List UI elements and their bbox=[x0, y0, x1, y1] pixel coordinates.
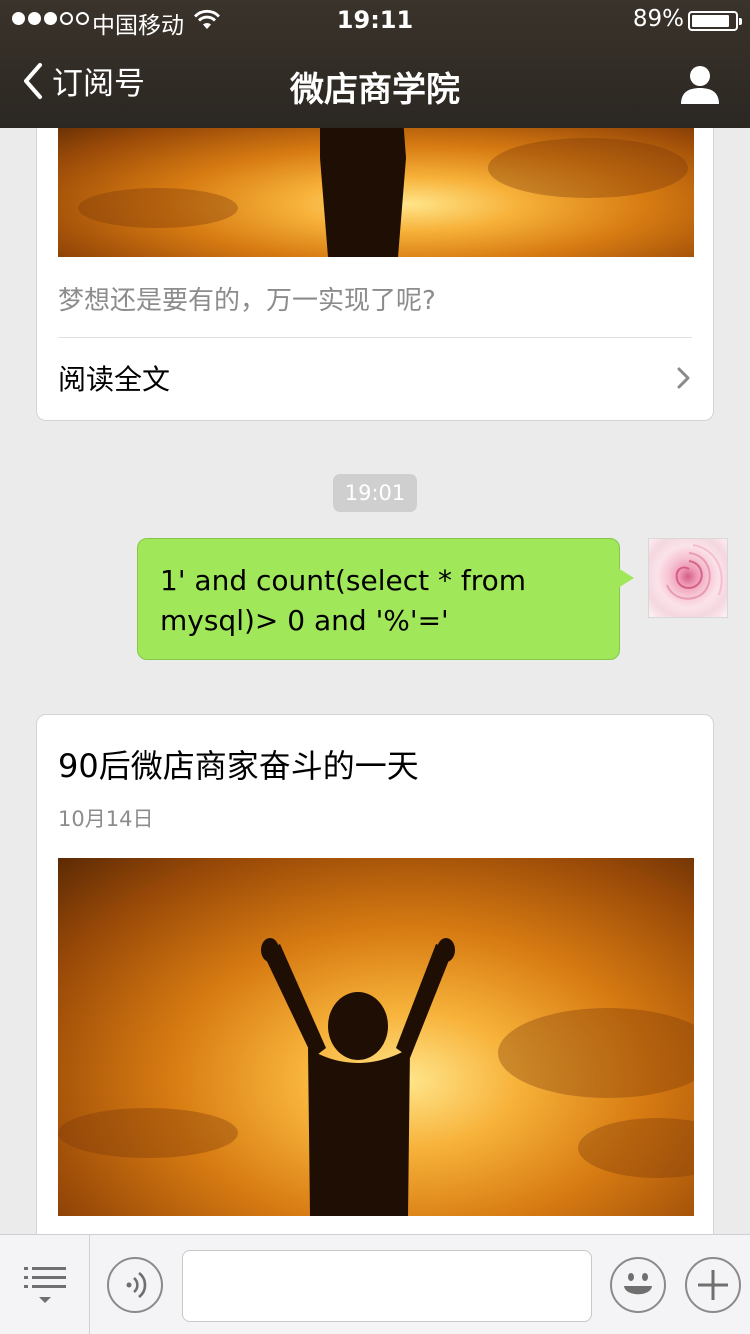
battery-icon bbox=[688, 11, 742, 31]
more-options-button[interactable] bbox=[685, 1257, 741, 1313]
page-title: 微店商学院 bbox=[290, 70, 460, 110]
menu-list-icon bbox=[24, 1267, 66, 1303]
read-full-article-link[interactable]: 阅读全文 bbox=[58, 338, 692, 420]
article-summary: 梦想还是要有的，万一实现了呢? bbox=[58, 286, 436, 316]
article-card-previous[interactable]: 梦想还是要有的，万一实现了呢? 阅读全文 bbox=[36, 128, 714, 421]
smiley-icon bbox=[624, 1273, 652, 1295]
chat-input-bar bbox=[0, 1234, 750, 1334]
chevron-right-icon bbox=[677, 367, 690, 389]
emoji-button[interactable] bbox=[610, 1257, 666, 1313]
voice-button[interactable] bbox=[107, 1257, 163, 1313]
article-cover-image bbox=[58, 128, 694, 257]
profile-button[interactable] bbox=[678, 62, 722, 106]
article-title: 90后微店商家奋斗的一天 bbox=[58, 747, 419, 785]
message-feed[interactable]: 梦想还是要有的，万一实现了呢? 阅读全文 19:01 1' and count(… bbox=[0, 128, 750, 1234]
avatar[interactable] bbox=[648, 538, 728, 618]
message-input[interactable] bbox=[182, 1250, 592, 1322]
status-bar: 中国移动 19:11 89% bbox=[0, 0, 750, 40]
article-date: 10月14日 bbox=[58, 807, 154, 831]
chat-bubble-sent[interactable]: 1' and count(select * from mysql)> 0 and… bbox=[137, 538, 620, 660]
person-icon bbox=[681, 66, 719, 104]
navigation-bar: 订阅号 微店商学院 bbox=[0, 40, 750, 128]
voice-icon bbox=[126, 1271, 147, 1299]
top-header: 中国移动 19:11 89% 订阅号 微店商学院 bbox=[0, 0, 750, 128]
read-more-label: 阅读全文 bbox=[58, 363, 171, 396]
plus-icon bbox=[698, 1270, 728, 1300]
article-card[interactable]: 90后微店商家奋斗的一天 10月14日 bbox=[36, 714, 714, 1234]
menu-toggle-button[interactable] bbox=[0, 1235, 90, 1334]
battery-percentage: 89% bbox=[632, 6, 684, 32]
sent-message-row: 1' and count(select * from mysql)> 0 and… bbox=[0, 538, 750, 662]
rose-avatar-image bbox=[666, 544, 723, 600]
bubble-tail bbox=[618, 568, 634, 588]
article-cover-image bbox=[58, 858, 694, 1216]
message-timestamp: 19:01 bbox=[333, 474, 417, 512]
